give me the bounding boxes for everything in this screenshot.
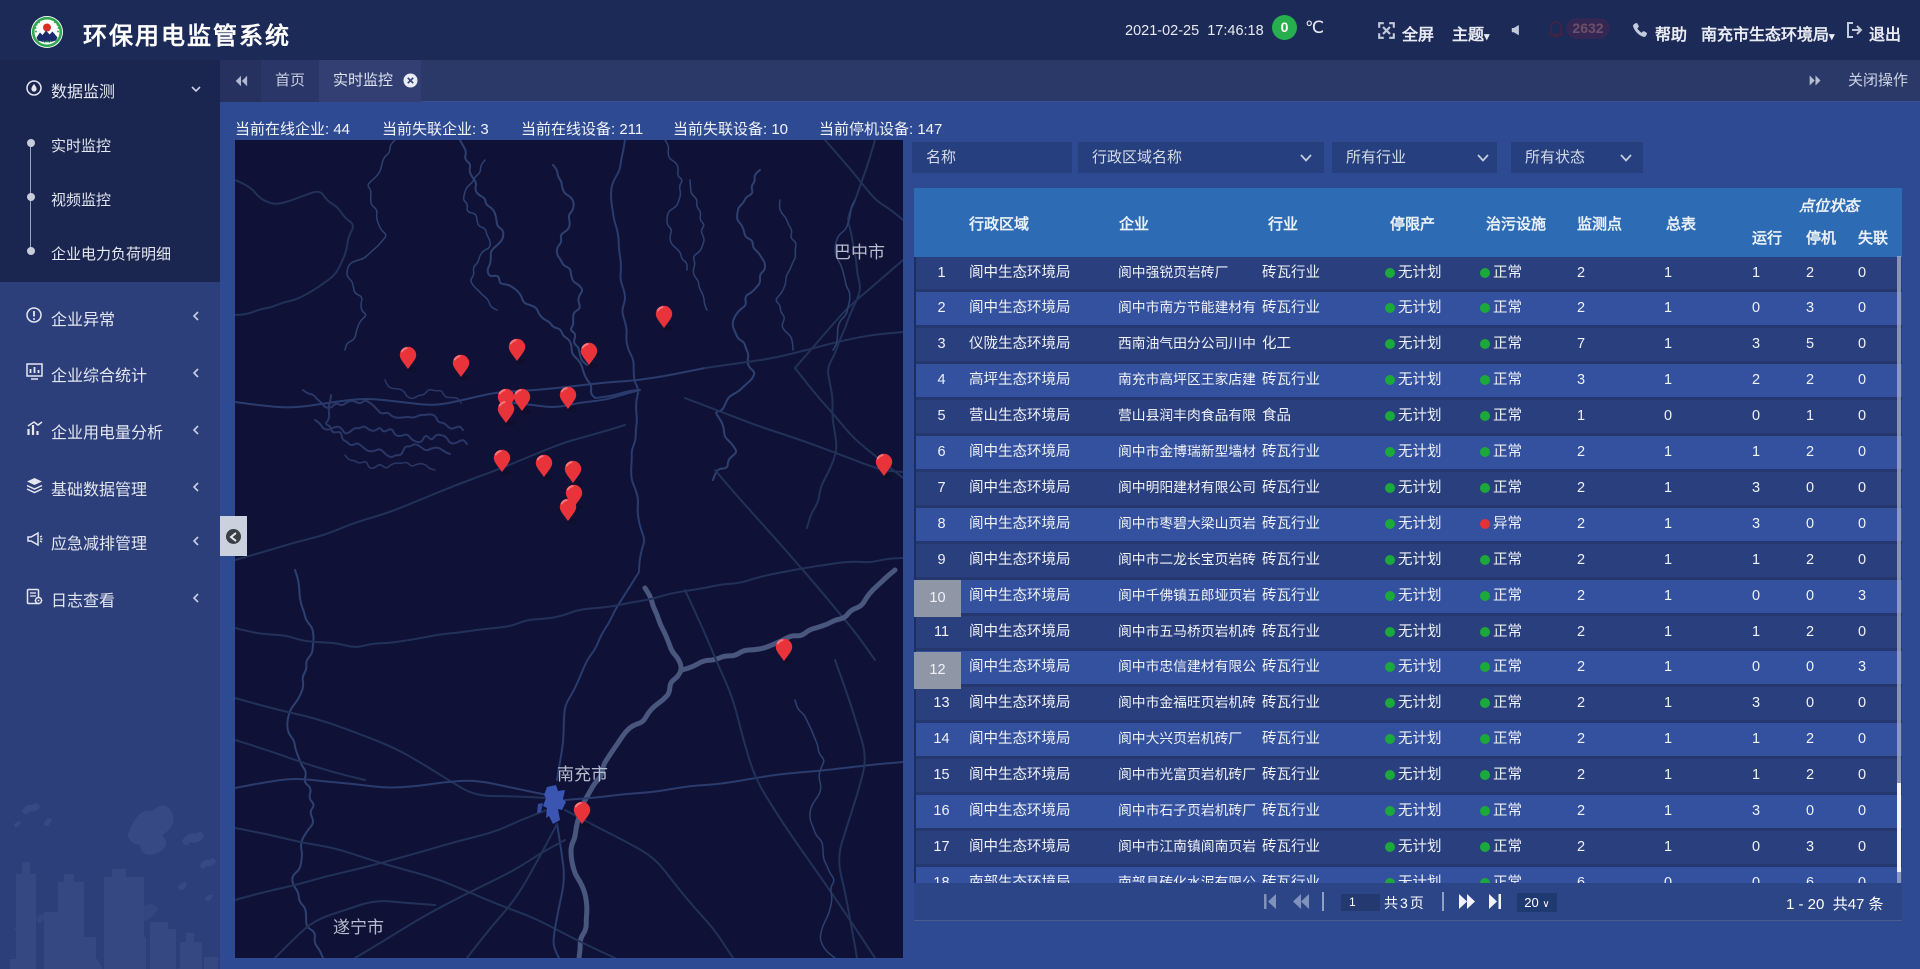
svg-text:巴中市: 巴中市 (834, 243, 885, 262)
svg-text:遂宁市: 遂宁市 (333, 918, 384, 937)
svg-text:南充市: 南充市 (557, 765, 608, 784)
